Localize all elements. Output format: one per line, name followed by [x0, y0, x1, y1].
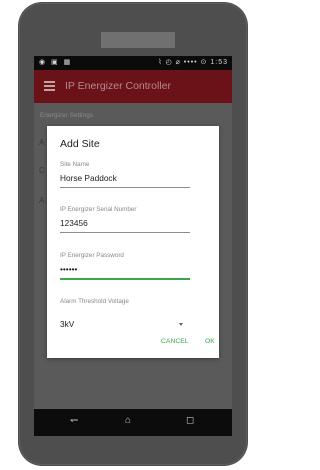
phone-frame: ◉ ▣ ▦ ⌇ ◴ ⌀ •••• ⊙ 1:53 IP Energizer Con…: [18, 2, 248, 466]
android-nav-bar: ↽ ⌂ ◻: [34, 409, 232, 436]
app-bar: IP Energizer Controller: [34, 70, 232, 103]
back-icon[interactable]: ↽: [70, 416, 78, 426]
status-system-icons: ⌇ ◴ ⌀ •••• ⊙ 1:53: [158, 58, 228, 66]
threshold-voltage-field: Alarm Threshold Voltage: [60, 298, 190, 305]
status-notification-icons: ◉ ▣ ▦: [39, 59, 73, 66]
app-title: IP Energizer Controller: [65, 80, 172, 92]
dialog-title: Add Site: [60, 138, 100, 150]
threshold-voltage-label: Alarm Threshold Voltage: [60, 298, 129, 305]
site-name-underline: [60, 187, 190, 188]
ok-button[interactable]: OK: [205, 338, 215, 345]
earpiece-speaker: [101, 32, 175, 48]
add-site-dialog: Add Site Site Name Horse Paddock IP Ener…: [47, 126, 219, 358]
serial-number-label: IP Energizer Serial Number: [60, 206, 137, 213]
settings-section-label: Energizer Settings: [40, 112, 94, 119]
password-input[interactable]: ••••••: [60, 264, 190, 275]
serial-number-field[interactable]: IP Energizer Serial Number 123456: [60, 206, 190, 233]
background-row-1: A: [39, 138, 45, 147]
password-underline: [60, 278, 190, 280]
cancel-button[interactable]: CANCEL: [161, 338, 189, 345]
site-name-input[interactable]: Horse Paddock: [60, 173, 190, 184]
status-right-icons: ⌇ ◴ ⌀ •••• ⊙: [158, 59, 208, 66]
threshold-voltage-select[interactable]: 3kV: [60, 319, 74, 329]
serial-number-underline: [60, 232, 190, 233]
background-row-3: A: [39, 196, 45, 205]
site-name-field[interactable]: Site Name Horse Paddock: [60, 161, 190, 188]
serial-number-input[interactable]: 123456: [60, 218, 190, 229]
device-screen: ◉ ▣ ▦ ⌇ ◴ ⌀ •••• ⊙ 1:53 IP Energizer Con…: [34, 56, 232, 436]
recent-apps-icon[interactable]: ◻: [186, 416, 194, 426]
dropdown-caret-icon[interactable]: [179, 323, 183, 326]
site-name-label: Site Name: [60, 161, 90, 168]
background-row-2: C: [39, 166, 45, 175]
password-field[interactable]: IP Energizer Password ••••••: [60, 252, 190, 280]
status-time: 1:53: [210, 59, 228, 66]
status-bar: ◉ ▣ ▦ ⌇ ◴ ⌀ •••• ⊙ 1:53: [34, 56, 232, 70]
hamburger-menu-icon[interactable]: [44, 81, 55, 91]
password-label: IP Energizer Password: [60, 252, 124, 259]
home-icon[interactable]: ⌂: [125, 416, 131, 426]
